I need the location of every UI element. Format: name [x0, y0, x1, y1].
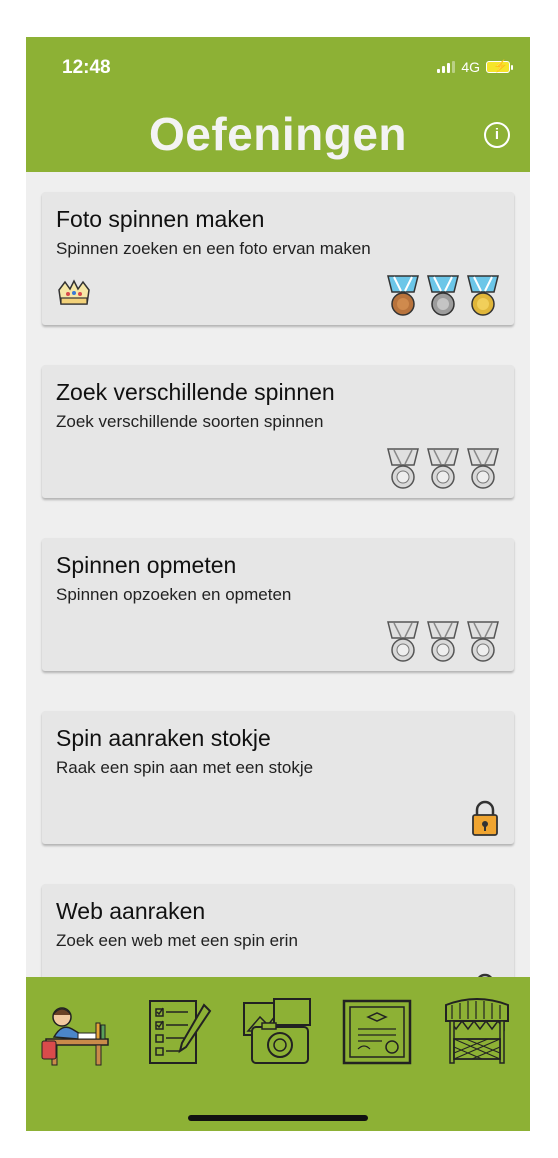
info-icon[interactable]: i: [484, 122, 510, 148]
exercise-card-spinnen-opmeten[interactable]: Spinnen opmeten Spinnen opzoeken en opme…: [42, 538, 514, 671]
status-time: 12:48: [62, 57, 111, 78]
exercise-card-spin-aanraken[interactable]: Spin aanraken stokje Raak een spin aan m…: [42, 711, 514, 844]
empty-medal-icon: [427, 621, 459, 662]
exercise-subtitle: Raak een spin aan met een stokje: [56, 758, 314, 777]
empty-medal-icon: [467, 621, 499, 662]
gold-medal-icon: [467, 275, 499, 316]
silver-medal-icon: [427, 275, 459, 316]
empty-medal-icon: [467, 448, 499, 489]
tab-market-stall[interactable]: [438, 995, 516, 1069]
network-label: 4G: [461, 59, 480, 75]
exercise-title: Spin aanraken stokje: [56, 725, 271, 751]
signal-icon: [437, 61, 456, 73]
exercise-card-zoek-verschillende[interactable]: Zoek verschillende spinnen Zoek verschil…: [42, 365, 514, 498]
certificate-icon: [342, 999, 412, 1065]
tab-certificate[interactable]: [338, 995, 416, 1069]
medal-row: [384, 447, 502, 491]
photo-camera-icon: [243, 998, 311, 1064]
exercise-subtitle: Spinnen zoeken en een foto ervan maken: [56, 239, 371, 258]
header-bar: 12:48 4G ⚡ Oefeningen i: [26, 37, 530, 172]
home-indicator[interactable]: [188, 1115, 368, 1121]
bronze-medal-icon: [387, 275, 419, 316]
exercise-title: Web aanraken: [56, 898, 206, 924]
exercise-card-foto-spinnen[interactable]: Foto spinnen maken Spinnen zoeken en een…: [42, 192, 514, 325]
empty-medal-icon: [387, 448, 419, 489]
battery-charging-icon: ⚡: [486, 59, 513, 73]
exercise-subtitle: Spinnen opzoeken en opmeten: [56, 585, 292, 604]
status-indicators: 4G ⚡: [437, 59, 513, 75]
exercise-subtitle: Zoek een web met een spin erin: [56, 931, 298, 950]
page-title: Oefeningen: [148, 108, 408, 160]
tab-checklist[interactable]: [138, 995, 216, 1069]
empty-medal-icon: [427, 448, 459, 489]
app-screen: 12:48 4G ⚡ Oefeningen i Foto spinnen mak…: [26, 37, 530, 1131]
student-desk-icon: [41, 1007, 109, 1066]
medal-row: [384, 620, 502, 664]
bottom-tab-bar: [26, 977, 530, 1131]
lock-icon: [470, 799, 500, 842]
exercise-title: Zoek verschillende spinnen: [56, 379, 335, 405]
exercise-title: Spinnen opmeten: [56, 552, 237, 578]
crown-icon: [56, 278, 92, 313]
exercise-subtitle: Zoek verschillende soorten spinnen: [56, 412, 324, 431]
medal-row: [384, 274, 502, 318]
empty-medal-icon: [387, 621, 419, 662]
exercise-title: Foto spinnen maken: [56, 206, 265, 232]
tab-photo-camera[interactable]: [238, 995, 316, 1069]
checklist-icon: [149, 1000, 212, 1064]
tab-student-desk[interactable]: [38, 995, 116, 1069]
market-stall-icon: [445, 998, 509, 1064]
